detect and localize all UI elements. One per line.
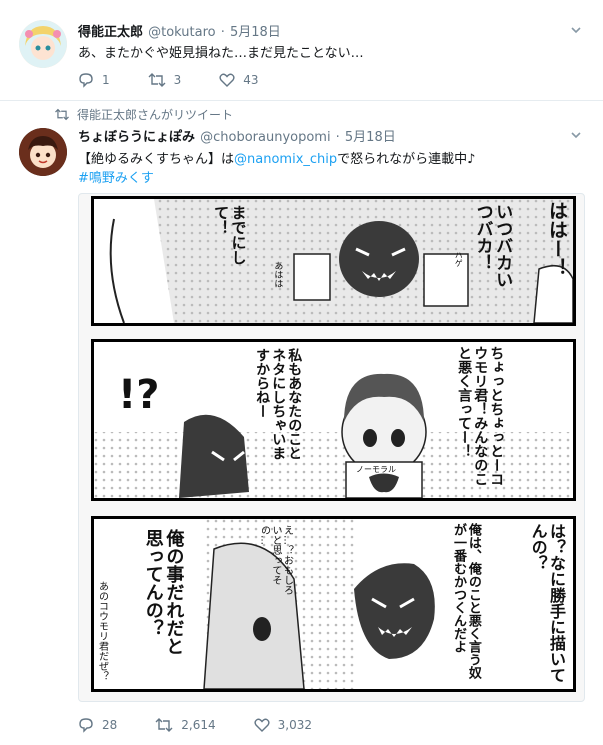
bubble-b: え…？おもしろいと思ってその… (258, 525, 293, 595)
tweet-text: あ、またかぐや姫見損ねた…まだ見たことない… (78, 46, 364, 61)
comic-panel-2: !? 私もあなたのことネタにしちゃいますからねー ちょっとちょっとーコウモリ君！… (91, 339, 576, 501)
retweet-icon (148, 73, 166, 87)
retweet-count: 2,614 (181, 718, 216, 732)
bubble-b: までにして！ (212, 205, 248, 265)
tokutaro-avatar[interactable] (19, 20, 67, 68)
chevron-down-icon[interactable] (571, 25, 581, 35)
like-count: 3,032 (277, 718, 312, 732)
comic-image[interactable]: ははー！ までにして！ いつバカいつバカ！ あはは ハゲ !? 私もあなたのこと… (78, 193, 585, 702)
avatar-image (19, 20, 67, 68)
like-count: 43 (243, 73, 259, 87)
heart-icon (254, 718, 270, 732)
tweet-1[interactable]: 得能正太郎 @tokutaro · 5月18日 あ、またかぐや姫見損ねた…まだ見… (0, 0, 603, 100)
caption-text: あのコウモリ君だぜ？ (96, 581, 108, 681)
choborau-avatar[interactable] (19, 128, 67, 176)
author-handle[interactable]: @tokutaro (148, 25, 216, 40)
retweet-button[interactable]: 2,614 (155, 717, 216, 733)
hashtag-link[interactable]: #鳴野みくす (78, 167, 154, 186)
bubble-b: ちょっとちょっとーコウモリ君！みんなのこと悪く言ってー！ (456, 346, 505, 486)
tweet-date[interactable]: 5月18日 (230, 25, 281, 40)
separator-dot: · (220, 25, 225, 40)
author-name[interactable]: ちょぼらうにょぽみ (78, 130, 195, 145)
chevron-down-icon[interactable] (571, 130, 581, 140)
bubble-a: 俺の事だれだと思ってんの？ (142, 529, 185, 655)
bubble-c: いつバカいつバカ！ (472, 203, 513, 288)
bubble-d: 俺は、俺のこと悪く言う奴が一番むかつくんだよ (450, 523, 481, 679)
heart-icon (219, 73, 235, 87)
sfx-laugh: あはは (272, 261, 283, 288)
bubble-a: ははー！ (546, 201, 568, 277)
like-button[interactable]: 3,032 (254, 717, 312, 733)
reply-button[interactable]: 28 (78, 717, 117, 733)
reply-button[interactable]: 1 (78, 72, 110, 88)
mention-link[interactable]: @nanomix_chip (234, 152, 337, 167)
reply-icon (79, 718, 93, 733)
tweet-text-prefix: 【絶ゆるみくすちゃん】は (78, 152, 235, 167)
avatar-image (19, 128, 67, 176)
reply-count: 28 (102, 718, 118, 732)
sign-text: ノーモラル (356, 465, 396, 474)
author-handle[interactable]: @choboraunyopomi (200, 130, 330, 145)
comic-panel-3: 俺の事だれだと思ってんの？ え…？おもしろいと思ってその… は？なに勝手に描いて… (91, 516, 576, 692)
bubble-c: は？なに勝手に描いてんの？ (528, 523, 566, 683)
bubble-a: 私もあなたのことネタにしちゃいますからねー (254, 348, 303, 460)
retweet-button[interactable]: 3 (148, 72, 182, 88)
reply-icon (79, 73, 93, 88)
exclaim-text: !? (118, 372, 160, 418)
reply-count: 1 (102, 73, 110, 87)
doodle-note: ハゲ (454, 251, 464, 267)
retweet-icon (155, 718, 173, 732)
tweet-text: 【絶ゆるみくすちゃん】は@nanomix_chipで怒られながら連載中♪ (78, 148, 475, 167)
like-button[interactable]: 43 (219, 72, 259, 88)
author-name[interactable]: 得能正太郎 (78, 25, 143, 40)
tweet-date[interactable]: 5月18日 (345, 130, 396, 145)
retweet-count: 3 (173, 73, 182, 87)
tweet-text-suffix: で怒られながら連載中♪ (337, 152, 476, 167)
comic-panel-1: ははー！ までにして！ いつバカいつバカ！ あはは ハゲ (91, 196, 576, 326)
separator-dot: · (335, 130, 340, 145)
